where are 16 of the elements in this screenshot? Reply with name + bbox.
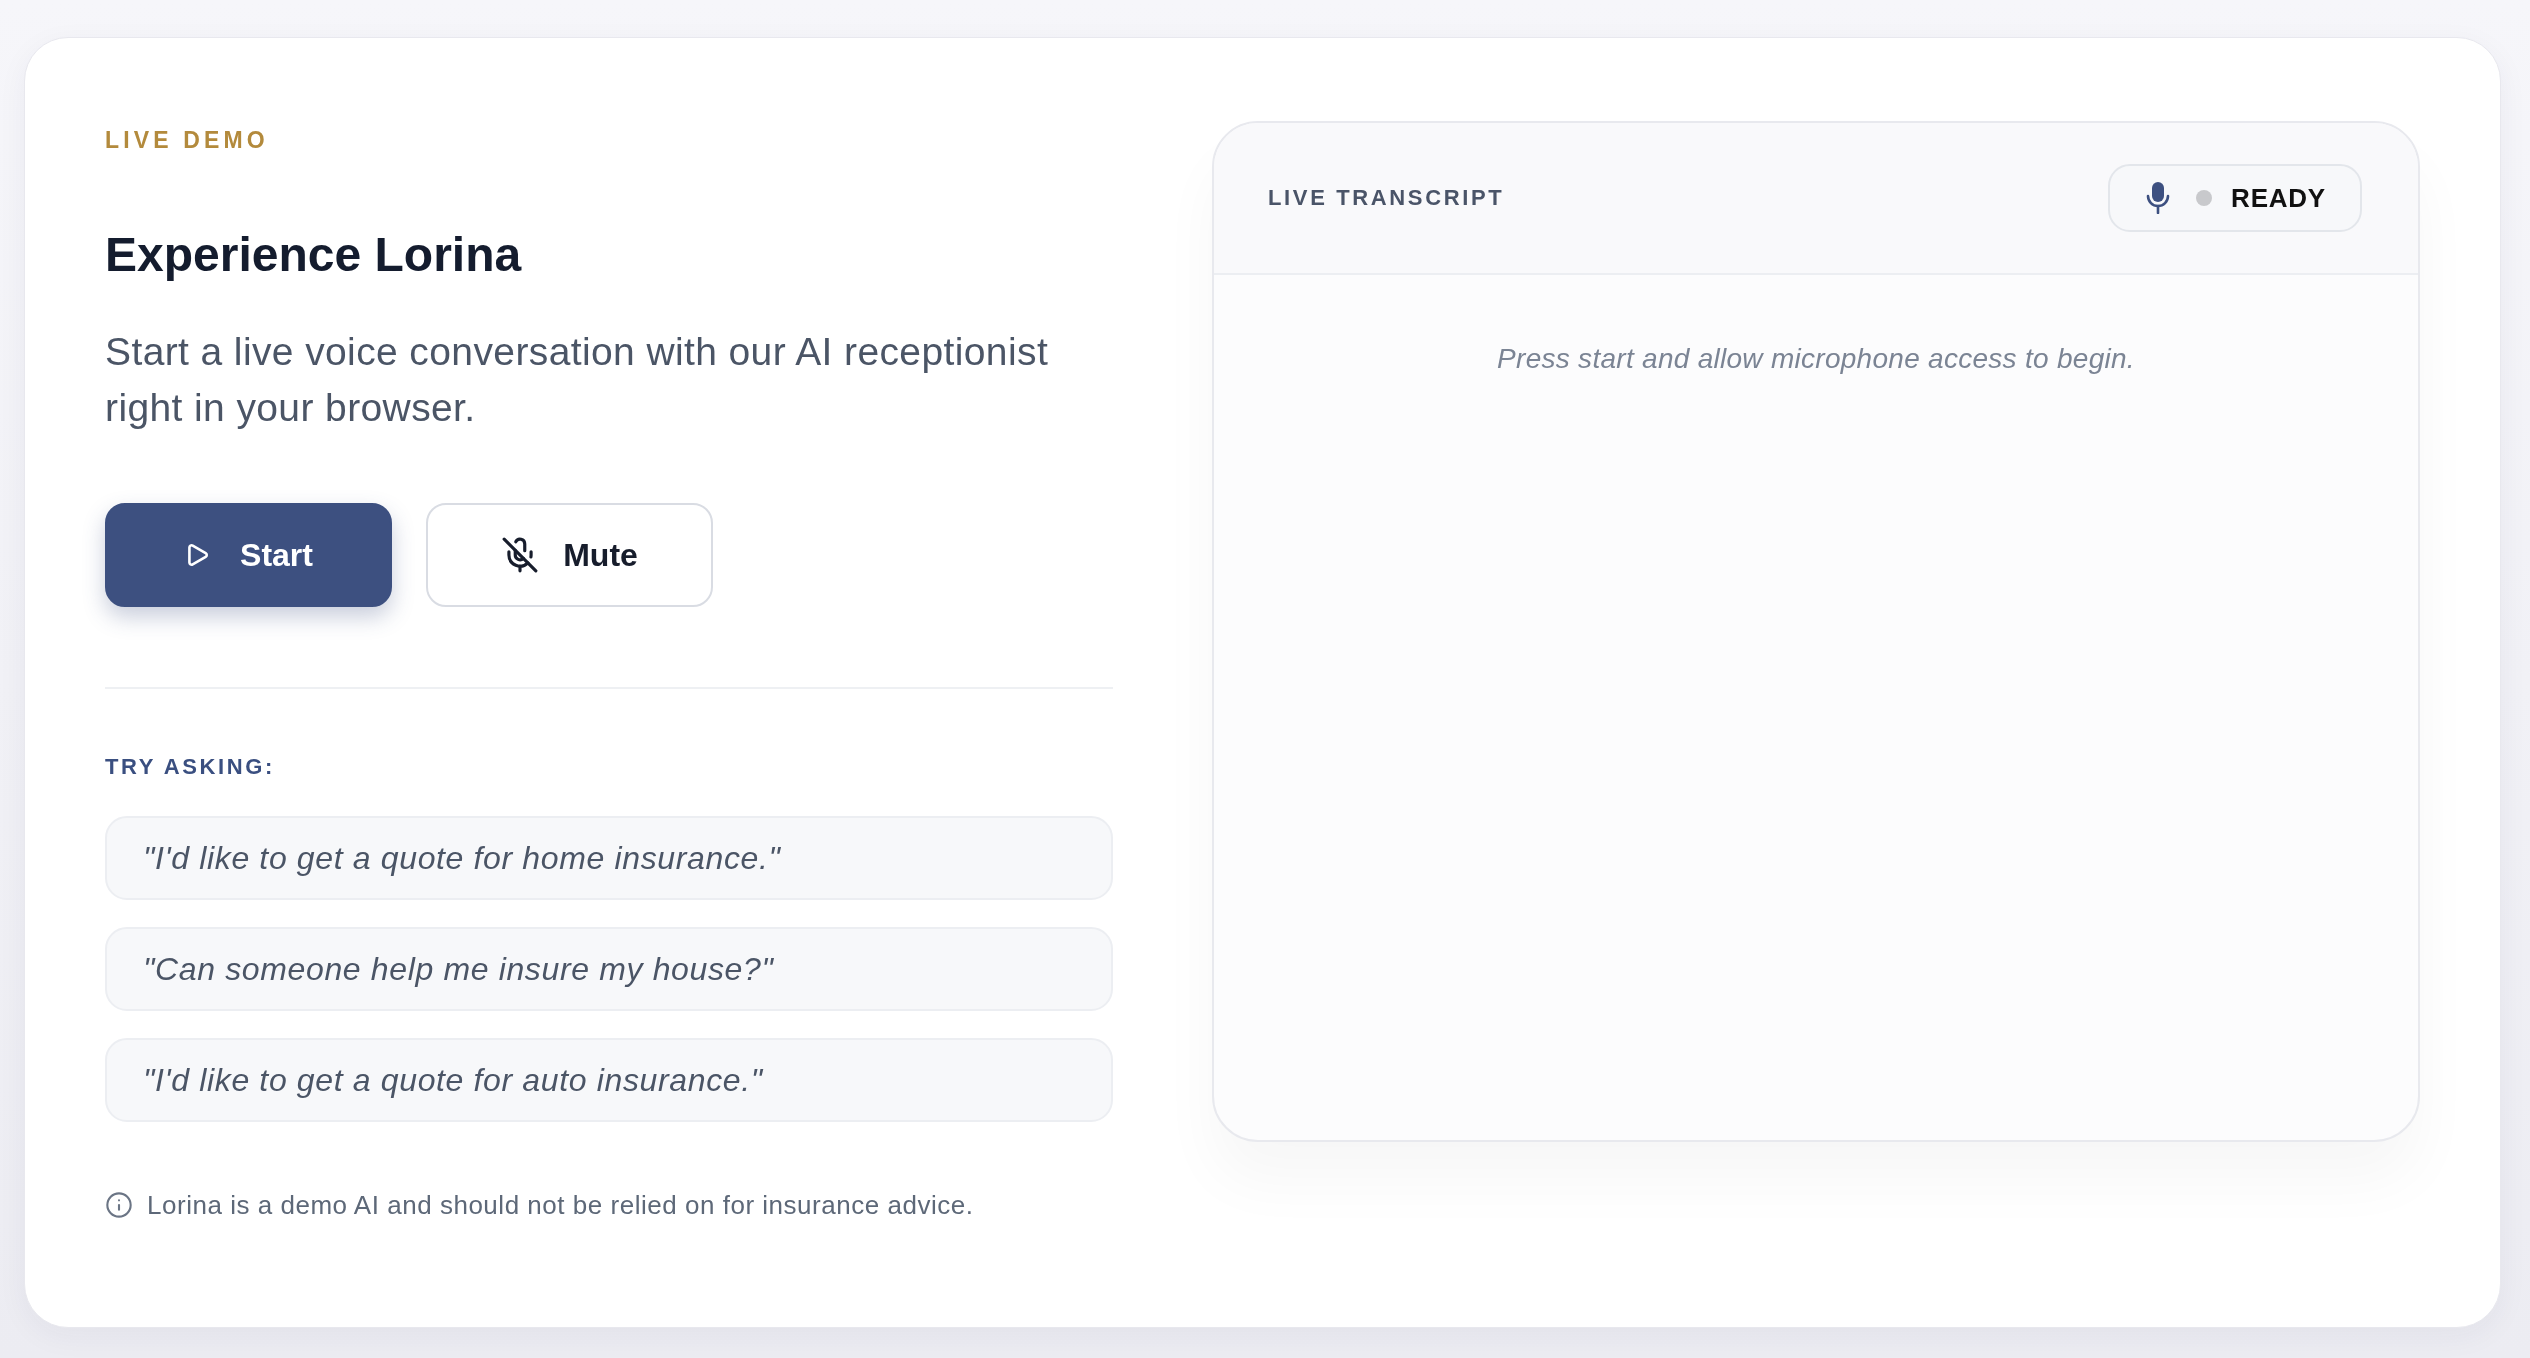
mute-button[interactable]: Mute xyxy=(426,503,713,607)
start-button[interactable]: Start xyxy=(105,503,392,607)
suggestion-card: "Can someone help me insure my house?" xyxy=(105,927,1113,1011)
eyebrow-label: LIVE DEMO xyxy=(105,126,270,155)
suggestion-card: "I'd like to get a quote for auto insurance." xyxy=(105,1038,1113,1122)
empty-transcript-message: Press start and allow microphone access to begin. xyxy=(1497,342,2135,376)
transcript-title: LIVE TRANSCRIPT xyxy=(1268,185,1505,211)
disclaimer-text: Lorina is a demo AI and should not be relied on for insurance advice. xyxy=(147,1189,974,1222)
demo-description: Start a live voice conversation with our AI receptionist right in your browser. xyxy=(105,329,1050,431)
microphone-icon xyxy=(2146,182,2171,214)
info-icon xyxy=(105,1191,133,1219)
suggestion-card: "I'd like to get a quote for home insurance." xyxy=(105,816,1113,900)
mic-off-icon xyxy=(501,536,540,574)
demo-title: Experience Lorina xyxy=(105,227,523,283)
status-label: READY xyxy=(2231,182,2326,214)
suggestions-heading: TRY ASKING: xyxy=(105,753,276,781)
